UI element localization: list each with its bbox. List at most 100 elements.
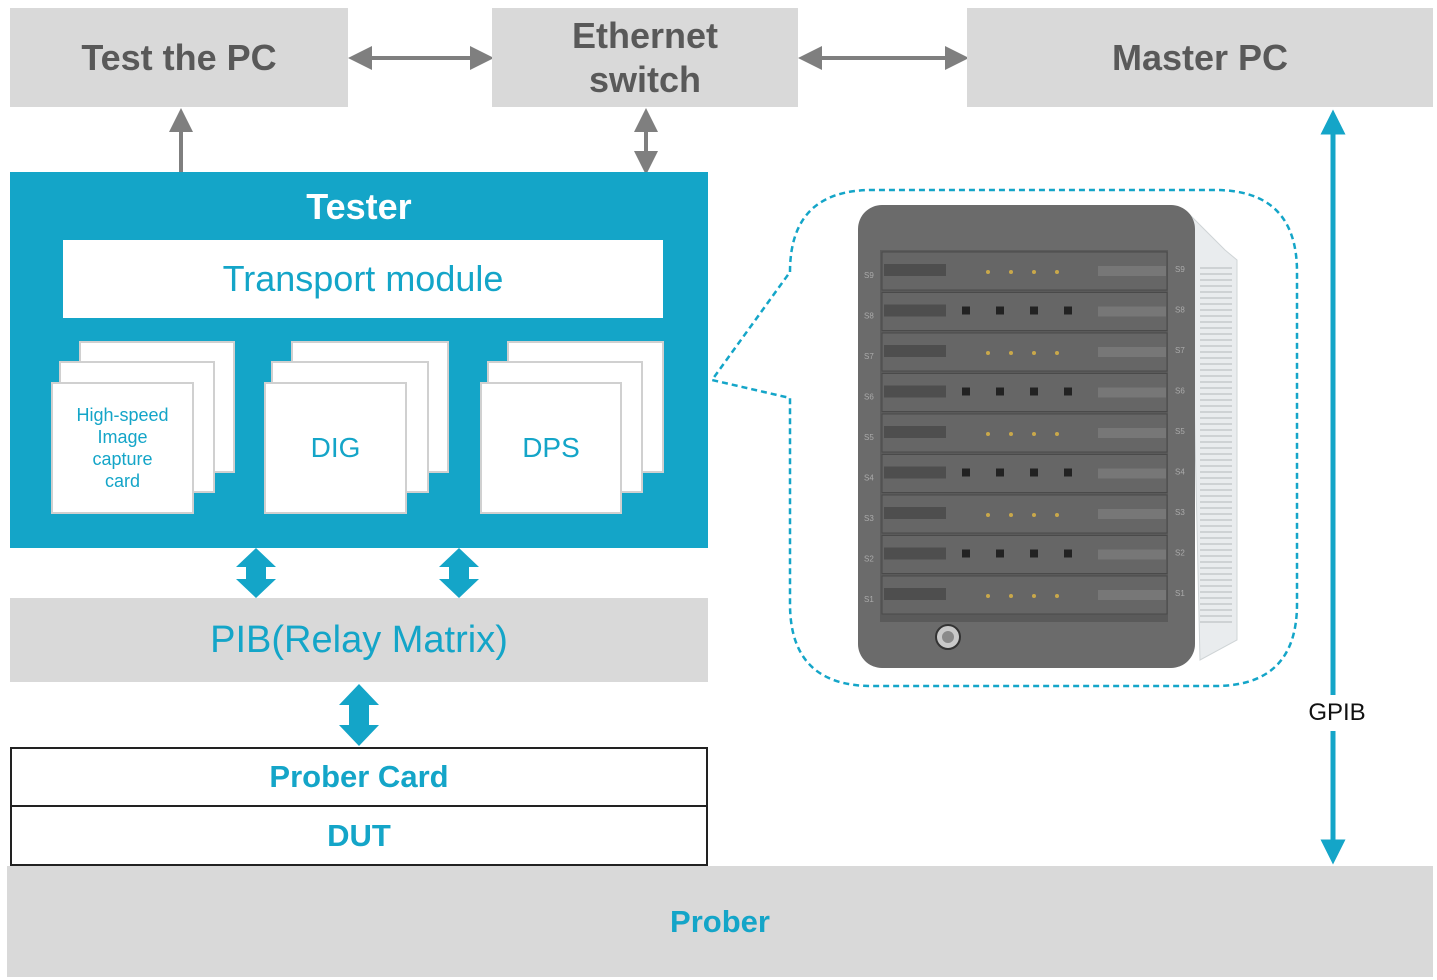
connector-icon: [1055, 432, 1059, 436]
port-icon: [996, 549, 1004, 558]
tester-title: Tester: [306, 186, 412, 227]
connector-icon: [1032, 432, 1036, 436]
dut: DUT: [10, 805, 708, 866]
connector-icon: [1055, 270, 1059, 274]
pib-label: PIB(Relay Matrix): [210, 618, 508, 661]
slot-label: S9: [864, 271, 874, 280]
tester-box: Tester Transport module High-speed Image…: [10, 172, 708, 548]
test-pc-box: Test the PC: [10, 8, 348, 107]
slot-label: S7: [1175, 346, 1185, 355]
slot-label: S2: [1175, 549, 1185, 558]
slot-label: S3: [1175, 508, 1185, 517]
slot-label: S6: [864, 393, 874, 402]
connector-icon: [1032, 351, 1036, 355]
port-icon: [962, 468, 970, 477]
slot-handle: [884, 466, 946, 479]
connector-icon: [1032, 270, 1036, 274]
slot-handle: [1098, 590, 1166, 600]
connector-icon: [1009, 594, 1013, 598]
port-icon: [1030, 306, 1038, 315]
slot-handle: [884, 304, 946, 317]
slot-label: S5: [1175, 427, 1185, 436]
slot-handle: [1098, 428, 1166, 438]
slot-label: S1: [864, 595, 874, 604]
slot-handle: [1098, 549, 1166, 560]
slot-handle: [884, 345, 946, 357]
connector-icon: [1009, 270, 1013, 274]
dig-card: DIG: [264, 382, 407, 514]
slot-handle: [884, 264, 946, 276]
slot-label: S8: [864, 312, 874, 321]
slot-label: S6: [1175, 387, 1185, 396]
connector-icon: [1055, 513, 1059, 517]
transport-module: Transport module: [63, 240, 663, 318]
pib-relay-matrix: PIB(Relay Matrix): [10, 598, 708, 682]
connector-icon: [986, 351, 990, 355]
more-cards-indicator: ..: [407, 418, 423, 440]
slot-label: S4: [864, 474, 874, 483]
connector-icon: [1032, 513, 1036, 517]
connector-icon: [1009, 351, 1013, 355]
slot-label: S9: [1175, 265, 1185, 274]
connector-icon: [986, 432, 990, 436]
port-icon: [1030, 549, 1038, 558]
more-cards-indicator: ..: [623, 418, 639, 440]
more-cards-indicator: ..: [194, 418, 210, 440]
arrow-tester-pib-1: [236, 548, 276, 598]
slot-label: S7: [864, 352, 874, 361]
slot-label: S5: [864, 433, 874, 442]
port-icon: [1030, 468, 1038, 477]
connector-icon: [986, 594, 990, 598]
prober-card: Prober Card: [10, 747, 708, 807]
port-icon: [1064, 387, 1072, 396]
ethernet-switch-box: Ethernet switch: [492, 8, 798, 107]
dut-label: DUT: [327, 817, 391, 853]
master-pc-label: Master PC: [1111, 36, 1289, 78]
slot-label: S2: [864, 555, 874, 564]
port-icon: [996, 387, 1004, 396]
image-capture-card: High-speed Image capture card: [51, 382, 194, 514]
dps-card: DPS: [480, 382, 622, 514]
card-label: DIG: [310, 432, 361, 463]
prober-label: Prober: [670, 903, 770, 939]
port-icon: [1030, 387, 1038, 396]
port-icon: [996, 306, 1004, 315]
port-icon: [996, 468, 1004, 477]
connector-icon: [1055, 594, 1059, 598]
port-icon: [962, 387, 970, 396]
test-pc-label: Test the PC: [81, 36, 277, 78]
slot-handle: [1098, 387, 1166, 398]
card-label: DPS: [522, 432, 580, 463]
port-icon: [1064, 306, 1072, 315]
slot-handle: [1098, 266, 1166, 276]
tester-rack-image: S9 S9 S8 S8 S7 S7 S6 S6 S5 S5 S4 S4 S3 S3 S2 S2 S1 S1: [858, 205, 1238, 668]
slot-handle: [1098, 347, 1166, 357]
slot-label: S3: [864, 514, 874, 523]
connector-icon: [1009, 513, 1013, 517]
ethernet-switch-label: Ethernet switch: [571, 14, 719, 100]
slot-handle: [884, 507, 946, 519]
slot-handle: [884, 426, 946, 438]
port-icon: [962, 306, 970, 315]
slot-handle: [884, 547, 946, 560]
connector-icon: [1055, 351, 1059, 355]
slot-handle: [1098, 509, 1166, 519]
arrow-tester-pib-2: [439, 548, 479, 598]
connector-icon: [986, 513, 990, 517]
connector-icon: [1009, 432, 1013, 436]
port-icon: [1064, 549, 1072, 558]
slot-handle: [1098, 468, 1166, 479]
prober: Prober: [7, 866, 1433, 977]
master-pc-box: Master PC: [967, 8, 1433, 107]
prober-card-label: Prober Card: [269, 759, 449, 794]
connector-icon: [986, 270, 990, 274]
port-icon: [1064, 468, 1072, 477]
arrow-pib-probercard: [339, 684, 379, 746]
slot-label: S4: [1175, 468, 1185, 477]
card-label: High-speed Image capture card: [76, 405, 169, 491]
port-icon: [962, 549, 970, 558]
slot-handle: [1098, 306, 1166, 317]
gpib-label: GPIB: [1292, 695, 1382, 731]
connector-icon: [1032, 594, 1036, 598]
slot-label: S8: [1175, 306, 1185, 315]
